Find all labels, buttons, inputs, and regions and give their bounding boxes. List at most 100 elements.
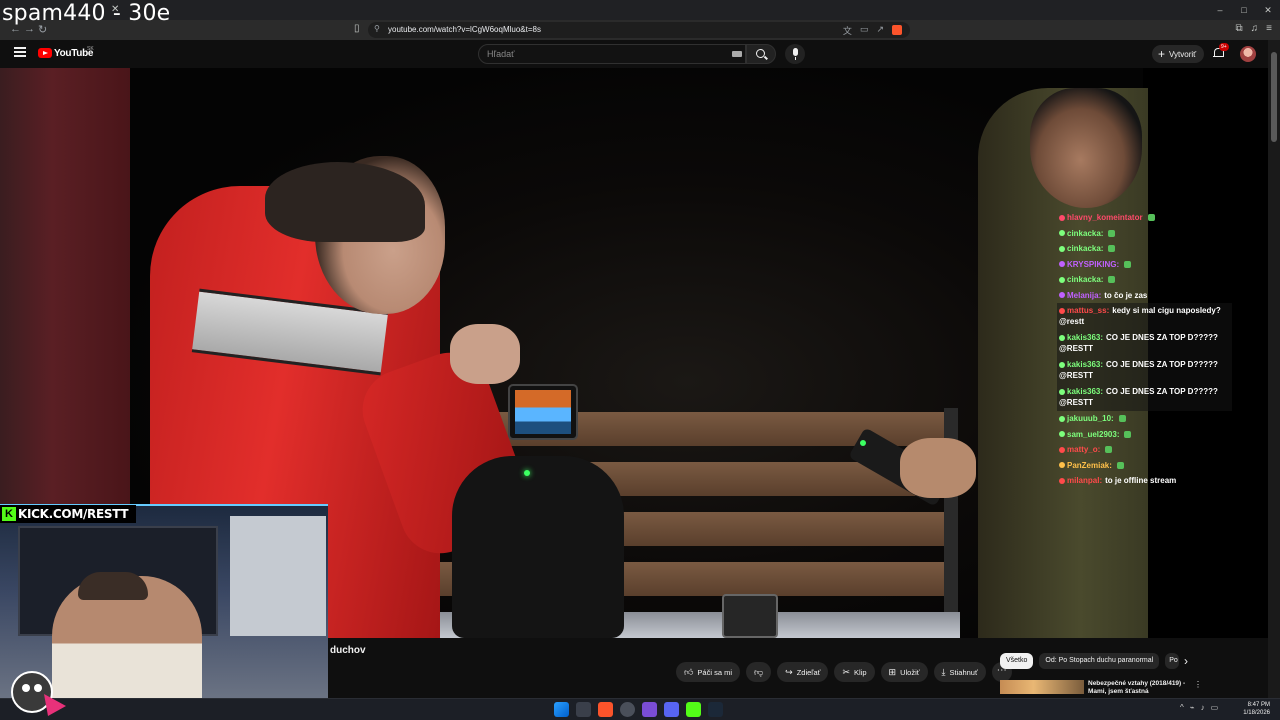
download-button[interactable]: ⤓ Stiahnuť <box>933 662 986 682</box>
browser-menu-icon[interactable]: ≡ <box>1266 23 1272 34</box>
chat-message: cinkacka: <box>1057 272 1232 288</box>
share-label: Zdieľať <box>796 667 821 677</box>
steam-icon[interactable] <box>708 702 723 717</box>
app-purple-icon[interactable] <box>642 702 657 717</box>
notification-badge: 9+ <box>1219 43 1229 51</box>
like-button[interactable]: 👍︎ Páči sa mi <box>676 662 740 682</box>
chat-message: Melanija: to čo je zas <box>1057 288 1232 304</box>
chat-message: kakis363: CO JE DNES ZA TOP D????? @RESTT <box>1057 330 1232 357</box>
kick-banner-text: KICK.COM/RESTT <box>18 507 129 521</box>
dislike-button[interactable]: 👎︎ <box>746 662 772 682</box>
system-tray: ^ ⌁ ♪ ▭ <box>1180 703 1218 712</box>
extensions-icon[interactable]: ⧉ <box>1236 23 1243 34</box>
streamer-hair <box>78 572 148 600</box>
volume-icon[interactable]: ♪ <box>1201 703 1205 712</box>
person-right-head <box>1030 88 1142 208</box>
search-button[interactable] <box>746 44 776 64</box>
chat-message: milanpal: to je offline stream <box>1057 473 1232 489</box>
chat-emote-icon <box>1108 276 1116 284</box>
clock-date: 1/18/2026 <box>1243 710 1270 716</box>
maximize-icon[interactable]: □ <box>1232 0 1256 20</box>
taskbar-apps <box>554 702 723 717</box>
chat-emote-icon <box>1116 461 1124 469</box>
media-icon[interactable]: ♫ <box>1251 23 1259 34</box>
battery-icon[interactable]: ▭ <box>1211 703 1219 712</box>
windows-start-icon[interactable] <box>554 702 569 717</box>
recommendation-title[interactable]: Nebezpečné vztahy (2018/419) - Mami, jse… <box>1088 680 1192 696</box>
chat-username: kakis363: <box>1067 360 1104 369</box>
chat-emote-icon <box>1105 446 1113 454</box>
brave-shield-icon[interactable] <box>892 25 902 35</box>
chat-badge-icon <box>1059 261 1065 268</box>
chat-username: hlavny_komeintator <box>1067 213 1143 222</box>
thumbs-up-icon: 👍︎ <box>684 666 694 677</box>
brave-icon[interactable] <box>598 702 613 717</box>
person-right-hand <box>900 438 976 498</box>
chevron-right-icon[interactable]: › <box>1184 654 1188 668</box>
recommendation-menu-icon[interactable]: ⋮ <box>1194 680 1202 689</box>
chat-message: kakis363: CO JE DNES ZA TOP D????? @RESTT <box>1057 384 1232 411</box>
chat-emote-icon <box>1124 430 1132 438</box>
window-controls: – □ ✕ <box>1208 0 1280 20</box>
chat-badge-icon <box>1059 462 1065 469</box>
download-label: Stiahnuť <box>949 667 978 677</box>
cast-icon[interactable]: ▭ <box>860 24 869 37</box>
chat-text: to je offline stream <box>1105 476 1177 485</box>
network-icon[interactable]: ⌁ <box>1190 703 1195 712</box>
kick-app-icon[interactable] <box>686 702 701 717</box>
chip-from-channel[interactable]: Od: Po Stopach duchu paranormal <box>1039 653 1160 669</box>
share-icon: ↪ <box>785 666 793 677</box>
mascot-sticker-icon <box>11 671 66 716</box>
hamburger-menu-icon[interactable] <box>14 47 26 57</box>
chat-username: matty_o: <box>1067 445 1101 454</box>
chat-badge-icon <box>1059 446 1065 453</box>
chat-username: cinkacka: <box>1067 275 1104 284</box>
url-field[interactable]: ⚲ youtube.com/watch?v=lCgW6oqMluo&t=8s 文… <box>368 22 910 38</box>
clip-button[interactable]: ✂ Klip <box>834 662 875 682</box>
plus-icon: + <box>1158 47 1166 61</box>
voice-search-button[interactable] <box>785 44 805 64</box>
recommendation-thumbnail[interactable] <box>1000 680 1084 694</box>
minimize-icon[interactable]: – <box>1208 0 1232 20</box>
chat-badge-icon <box>1059 292 1065 299</box>
extension-icons: ⧉ ♫ ≡ <box>1236 23 1272 34</box>
backpack <box>452 456 624 638</box>
bookmark-icon[interactable]: ▯ <box>354 23 360 34</box>
chat-emote-icon <box>1108 245 1116 253</box>
chip-all[interactable]: Všetko <box>1000 653 1034 669</box>
webcam-window <box>230 516 326 636</box>
like-label: Páči sa mi <box>697 667 732 677</box>
account-avatar[interactable] <box>1240 46 1256 62</box>
chat-username: kakis363: <box>1067 387 1104 396</box>
settings-icon[interactable] <box>620 702 635 717</box>
keyboard-icon[interactable] <box>732 51 742 57</box>
scrollbar-thumb[interactable] <box>1271 52 1277 142</box>
chat-message: cinkacka: <box>1057 226 1232 242</box>
app-icon[interactable] <box>576 702 591 717</box>
clock-time: 8:47 PM <box>1247 702 1270 708</box>
url-text: youtube.com/watch?v=lCgW6oqMluo&t=8s <box>388 25 541 34</box>
chat-badge-icon <box>1059 276 1065 283</box>
chat-text: to čo je zas <box>1104 290 1148 300</box>
person-hand <box>450 324 520 384</box>
create-button[interactable]: + Vytvoriť <box>1152 45 1205 63</box>
chip-partial[interactable]: Po <box>1165 653 1180 669</box>
save-button[interactable]: ⊞ Uložiť <box>880 662 928 682</box>
save-playlist-icon: ⊞ <box>888 666 897 677</box>
kick-logo-icon: K <box>2 507 16 521</box>
page-scrollbar[interactable] <box>1268 40 1280 700</box>
youtube-logo-icon[interactable] <box>38 48 52 58</box>
translate-icon[interactable]: 文 <box>843 24 852 37</box>
share-page-icon[interactable]: ↗ <box>876 24 884 37</box>
tray-chevron-icon[interactable]: ^ <box>1180 703 1184 712</box>
chat-username: cinkacka: <box>1067 228 1104 238</box>
close-window-icon[interactable]: ✕ <box>1256 0 1280 20</box>
system-clock[interactable]: 8:47 PM 1/18/2026 <box>1238 701 1270 717</box>
chat-message: sam_uel2903: <box>1057 427 1232 443</box>
chat-badge-icon <box>1059 415 1065 422</box>
site-info-icon[interactable]: ⚲ <box>374 24 380 33</box>
chat-message: PanZemiak: <box>1057 458 1232 474</box>
discord-icon[interactable] <box>664 702 679 717</box>
search-input[interactable] <box>479 45 719 63</box>
share-button[interactable]: ↪ Zdieľať <box>777 662 829 682</box>
